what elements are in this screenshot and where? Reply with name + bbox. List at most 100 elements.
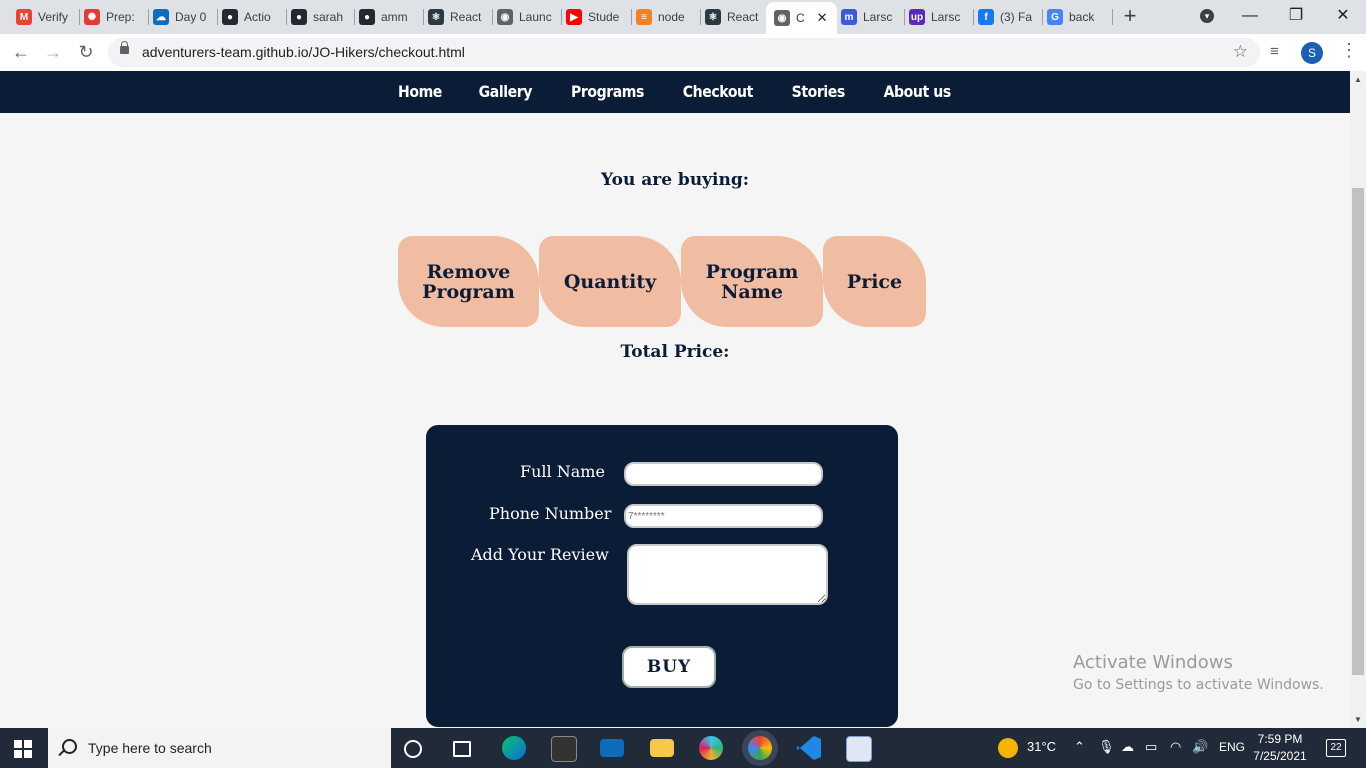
tab-search-button[interactable]: ▾	[1184, 0, 1230, 34]
total-price-label: Total Price:	[620, 342, 730, 362]
cart-column-label-line1: Program	[705, 260, 799, 283]
onedrive-icon[interactable]: ☁	[1121, 739, 1134, 755]
new-tab-button[interactable]: +	[1119, 5, 1141, 28]
reading-list-icon[interactable]: ≡	[1270, 43, 1279, 60]
browser-tab[interactable]: M Verify	[8, 4, 80, 30]
language-indicator[interactable]: ENG	[1219, 740, 1245, 754]
browser-menu-icon[interactable]: ⋮	[1340, 40, 1358, 61]
browser-tab[interactable]: ▶ Stude	[558, 4, 632, 30]
reload-button[interactable]: ↻	[74, 40, 98, 64]
microphone-icon[interactable]: 🎙	[1098, 739, 1115, 755]
nav-link-home[interactable]: Home	[385, 71, 455, 113]
browser-tab[interactable]: ● Actio	[214, 4, 287, 30]
cart-column-label: Price	[847, 272, 902, 292]
full-name-input[interactable]	[624, 462, 823, 486]
taskbar-search-box[interactable]: Type here to search	[48, 728, 391, 768]
tab-favicon-icon: M	[16, 9, 32, 25]
tab-title: React	[727, 10, 759, 24]
tab-favicon-icon: ⚛	[705, 9, 721, 25]
address-bar[interactable]: adventurers-team.github.io/JO-Hikers/che…	[108, 38, 1260, 67]
vscode-icon[interactable]	[797, 736, 821, 760]
tab-title: Larsc	[863, 10, 893, 24]
activate-windows-watermark: Activate Windows Go to Settings to activ…	[1073, 652, 1324, 693]
nav-link-checkout[interactable]: Checkout	[670, 71, 767, 113]
forward-button[interactable]: →	[41, 40, 65, 64]
cart-column-header: Remove Program	[398, 236, 539, 327]
bookmark-star-icon[interactable]: ☆	[1233, 42, 1248, 62]
buy-button[interactable]: BUY	[622, 646, 716, 688]
clock-date: 7/25/2021	[1253, 749, 1307, 763]
taskbar-clock[interactable]: 7:59 PM 7/25/2021	[1244, 731, 1316, 765]
slack-icon[interactable]	[699, 736, 723, 760]
tab-title: sarah	[313, 10, 344, 24]
image-viewer-icon[interactable]	[846, 736, 872, 762]
site-navbar: Home Gallery Programs Checkout Stories About …	[0, 71, 1350, 113]
browser-tab[interactable]: ◉ Launc	[489, 4, 562, 30]
browser-tab[interactable]: f (3) Fa	[970, 4, 1043, 30]
tab-title: Prep:	[106, 10, 135, 24]
minimize-button[interactable]: —	[1227, 0, 1273, 34]
cart-column-header: Quantity	[539, 236, 681, 327]
task-view-icon[interactable]	[453, 741, 471, 757]
browser-tab[interactable]: up Larsc	[901, 4, 974, 30]
browser-tab[interactable]: m Larsc	[833, 4, 905, 30]
browser-tab[interactable]: ✺ Prep:	[76, 4, 149, 30]
cart-column-header: Program Name	[681, 236, 823, 327]
review-label: Add Your Review	[471, 545, 609, 564]
browser-tab[interactable]: ⚛ React	[697, 4, 770, 30]
windows-start-icon[interactable]	[14, 740, 32, 758]
scroll-up-arrow-icon[interactable]: ▲	[1354, 75, 1362, 84]
battery-icon[interactable]: ▭	[1145, 739, 1157, 755]
browser-tab[interactable]: ☁ Day 0	[145, 4, 218, 30]
page-scrollbar[interactable]: ▲ ▼	[1350, 71, 1366, 728]
review-textarea[interactable]	[627, 544, 828, 605]
mail-icon[interactable]	[600, 739, 624, 757]
file-explorer-icon[interactable]	[650, 739, 674, 757]
browser-tab[interactable]: ⚛ React	[420, 4, 493, 30]
volume-icon[interactable]: 🔊	[1192, 739, 1208, 755]
browser-tab[interactable]: ◉ C ✕	[766, 2, 837, 34]
nav-link-about-us[interactable]: About us	[870, 71, 964, 113]
close-window-button[interactable]: ✕	[1320, 0, 1366, 34]
tab-favicon-icon: ☁	[153, 9, 169, 25]
tab-title: node	[658, 10, 685, 24]
phone-number-label: Phone Number	[489, 504, 612, 523]
browser-tab[interactable]: ● amm	[351, 4, 424, 30]
activate-windows-title: Activate Windows	[1073, 652, 1233, 673]
browser-tab[interactable]: Gback	[1039, 4, 1113, 30]
tab-favicon-icon: G	[1047, 9, 1063, 25]
tab-title: C	[796, 11, 805, 25]
restore-button[interactable]: ❐	[1273, 0, 1319, 34]
weather-temperature[interactable]: 31°C	[1027, 739, 1056, 754]
scroll-down-arrow-icon[interactable]: ▼	[1354, 715, 1362, 724]
tab-favicon-icon: ●	[359, 9, 375, 25]
phone-number-input[interactable]	[624, 504, 823, 528]
full-name-label: Full Name	[520, 462, 605, 481]
cortana-icon[interactable]	[404, 740, 422, 758]
weather-icon[interactable]	[998, 738, 1018, 758]
tab-title: Verify	[38, 10, 69, 24]
tab-title: Stude	[588, 10, 620, 24]
notification-center-icon[interactable]: 22	[1326, 739, 1346, 757]
tab-favicon-icon: ◉	[774, 10, 790, 26]
search-icon	[62, 739, 77, 754]
profile-avatar[interactable]: S	[1301, 42, 1323, 64]
close-tab-icon[interactable]: ✕	[817, 10, 828, 26]
chrome-icon[interactable]	[748, 736, 772, 760]
browser-tab[interactable]: ≡ node	[628, 4, 701, 30]
cart-column-label-line1: Price	[846, 270, 903, 293]
nav-link-stories[interactable]: Stories	[779, 71, 859, 113]
clock-time: 7:59 PM	[1257, 732, 1303, 746]
browser-tab[interactable]: ● sarah	[283, 4, 355, 30]
scrollbar-thumb[interactable]	[1352, 188, 1364, 675]
tab-title: Day 0	[175, 10, 207, 24]
cart-column-label: Remove Program	[422, 262, 515, 302]
back-button[interactable]: ←	[9, 40, 33, 64]
nav-link-programs[interactable]: Programs	[557, 71, 656, 113]
edge-browser-icon[interactable]	[502, 736, 526, 760]
nav-link-gallery[interactable]: Gallery	[465, 71, 545, 113]
tab-title: amm	[381, 10, 408, 24]
terminal-icon[interactable]	[551, 736, 577, 762]
wifi-icon[interactable]: ◠	[1170, 739, 1181, 755]
tray-expand-icon[interactable]: ⌃	[1074, 739, 1085, 755]
